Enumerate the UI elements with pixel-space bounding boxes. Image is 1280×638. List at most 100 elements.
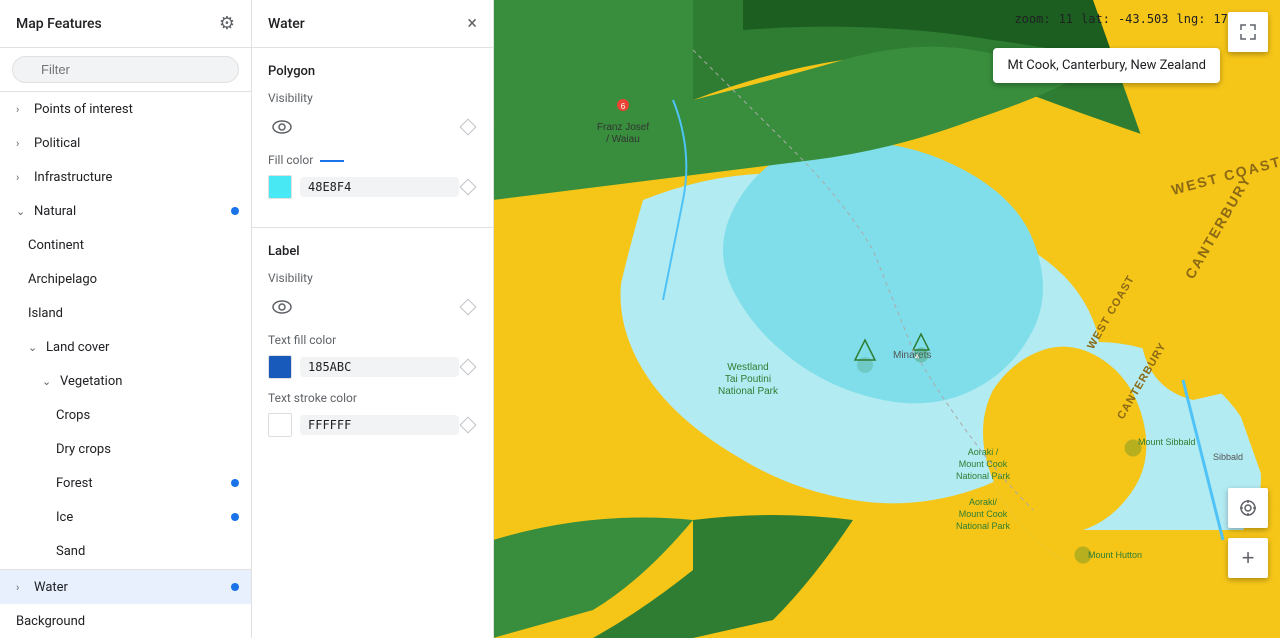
sidebar-item-forest[interactable]: Forest (0, 466, 251, 500)
chevron-right-icon: › (16, 171, 30, 184)
label-visibility-row (268, 293, 477, 321)
sidebar-title: Map Features (16, 16, 102, 32)
visibility-label: Visibility (268, 91, 477, 105)
sidebar-item-vegetation[interactable]: ⌄ Vegetation (0, 364, 251, 398)
diamond-icon-text-fill[interactable] (459, 358, 477, 376)
sidebar-item-sand[interactable]: Sand (0, 534, 251, 568)
sidebar-item-points-of-interest[interactable]: › Points of interest (0, 92, 251, 126)
svg-text:Tai Poutini: Tai Poutini (725, 374, 771, 385)
sidebar-item-label: Vegetation (60, 374, 122, 389)
sidebar-item-land-cover[interactable]: ⌄ Land cover (0, 330, 251, 364)
zoom-label: zoom: (1014, 12, 1050, 26)
filter-input[interactable] (12, 56, 239, 83)
polygon-visibility-row (268, 113, 477, 141)
sidebar-item-dry-crops[interactable]: Dry crops (0, 432, 251, 466)
sidebar-bottom: › Water Background (0, 569, 251, 638)
sidebar-item-label: Continent (28, 238, 84, 253)
fullscreen-button[interactable] (1228, 12, 1268, 52)
chevron-down-icon: ⌄ (16, 205, 30, 218)
sidebar-item-label: Forest (56, 476, 93, 491)
sidebar: Map Features ⚙ ≡ › Points of interest › … (0, 0, 252, 638)
map-controls: + (1228, 488, 1268, 578)
chevron-right-icon: › (16, 103, 30, 116)
svg-text:Sibbald: Sibbald (1213, 452, 1243, 462)
sidebar-item-label: Sand (56, 544, 85, 559)
text-stroke-color-row: FFFFFF (268, 413, 477, 437)
sidebar-item-label: Background (16, 614, 85, 629)
fill-color-control[interactable]: 48E8F4 (268, 175, 459, 199)
sidebar-item-shrub[interactable]: Shrub (0, 568, 251, 569)
sidebar-item-label: Political (34, 136, 80, 151)
sidebar-item-label: Infrastructure (34, 170, 112, 185)
label-eye-icon[interactable] (268, 293, 296, 321)
label-visibility-label: Visibility (268, 271, 477, 285)
lat-label: lat: (1081, 12, 1110, 26)
svg-text:Mount Sibbald: Mount Sibbald (1138, 437, 1196, 447)
lng-label: lng: (1177, 12, 1206, 26)
svg-text:/ Waiau: / Waiau (606, 134, 640, 145)
polygon-section-title: Polygon (268, 64, 477, 79)
sidebar-item-infrastructure[interactable]: › Infrastructure (0, 160, 251, 194)
fill-color-row: 48E8F4 (268, 175, 477, 199)
panel-header: Water × (252, 0, 493, 48)
text-stroke-swatch (268, 413, 292, 437)
water-dot (231, 583, 239, 591)
zoom-in-button[interactable]: + (1228, 538, 1268, 578)
svg-text:Franz Josef: Franz Josef (597, 122, 649, 133)
sidebar-item-label: Island (28, 306, 63, 321)
sidebar-item-crops[interactable]: Crops (0, 398, 251, 432)
diamond-icon[interactable] (459, 118, 477, 136)
my-location-button[interactable] (1228, 488, 1268, 528)
panel: Water × Polygon Visibility Fill color 48… (252, 0, 494, 638)
svg-text:National Park: National Park (956, 471, 1011, 481)
text-stroke-color-control[interactable]: FFFFFF (268, 413, 459, 437)
zoom-value: 11 (1059, 12, 1073, 26)
polygon-section: Polygon Visibility Fill color 48E8F4 (252, 48, 493, 227)
diamond-icon-fill[interactable] (459, 178, 477, 196)
map-area[interactable]: WEST COAST CANTERBURY WEST COAST CANTERB… (494, 0, 1280, 638)
text-stroke-color-label: Text stroke color (268, 391, 477, 405)
sidebar-item-background[interactable]: Background (0, 604, 251, 638)
sidebar-item-archipelago[interactable]: Archipelago (0, 262, 251, 296)
close-icon[interactable]: × (467, 13, 477, 34)
svg-text:Mount Hutton: Mount Hutton (1088, 550, 1142, 560)
svg-text:Mount Cook: Mount Cook (959, 459, 1008, 469)
filter-bar: ≡ (0, 48, 251, 92)
fill-color-swatch (268, 175, 292, 199)
text-fill-color-label: Text fill color (268, 333, 477, 347)
sidebar-item-ice[interactable]: Ice (0, 500, 251, 534)
sidebar-item-political[interactable]: › Political (0, 126, 251, 160)
text-fill-swatch (268, 355, 292, 379)
sidebar-item-label: Dry crops (56, 442, 111, 457)
svg-text:Aoraki/: Aoraki/ (969, 497, 998, 507)
ice-dot (231, 513, 239, 521)
lat-value: -43.503 (1118, 12, 1169, 26)
sidebar-item-water[interactable]: › Water (0, 570, 251, 604)
diamond-icon-text-stroke[interactable] (459, 416, 477, 434)
svg-text:National Park: National Park (718, 386, 779, 397)
eye-icon[interactable] (268, 113, 296, 141)
diamond-icon-label[interactable] (459, 298, 477, 316)
chevron-right-icon: › (16, 581, 30, 594)
gear-icon[interactable]: ⚙ (219, 13, 235, 34)
fill-color-value: 48E8F4 (300, 177, 459, 197)
sidebar-item-label: Land cover (46, 340, 109, 355)
label-section-title: Label (268, 244, 477, 259)
text-fill-color-row: 185ABC (268, 355, 477, 379)
svg-text:National Park: National Park (956, 521, 1011, 531)
sidebar-item-island[interactable]: Island (0, 296, 251, 330)
map-background: WEST COAST CANTERBURY WEST COAST CANTERB… (494, 0, 1280, 638)
natural-dot (231, 207, 239, 215)
panel-title: Water (268, 16, 305, 32)
svg-text:Westland: Westland (727, 362, 769, 373)
sidebar-header: Map Features ⚙ (0, 0, 251, 48)
sidebar-item-continent[interactable]: Continent (0, 228, 251, 262)
text-fill-color-control[interactable]: 185ABC (268, 355, 459, 379)
sidebar-item-label: Points of interest (34, 102, 133, 117)
location-label: Mt Cook, Canterbury, New Zealand (1007, 58, 1206, 73)
sidebar-item-natural[interactable]: ⌄ Natural (0, 194, 251, 228)
sidebar-item-label: Natural (34, 204, 76, 219)
chevron-down-icon: ⌄ (42, 375, 56, 388)
chevron-down-icon: ⌄ (28, 341, 42, 354)
sidebar-item-label: Crops (56, 408, 90, 423)
